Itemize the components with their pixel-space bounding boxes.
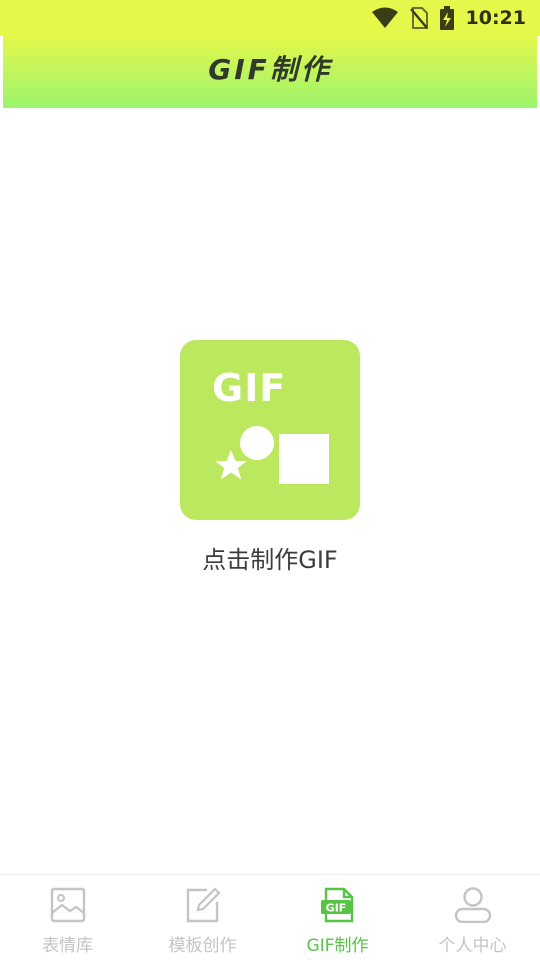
shapes-icon xyxy=(215,426,329,484)
edit-icon xyxy=(185,887,221,927)
main-content: GIF 点击制作GIF xyxy=(0,108,540,874)
user-icon xyxy=(454,887,492,927)
nav-item-template-create[interactable]: 模板创作 xyxy=(135,875,270,960)
nav-label-emoji-library: 表情库 xyxy=(42,936,93,956)
nav-label-template-create: 模板创作 xyxy=(168,936,237,956)
battery-charging-icon xyxy=(439,6,454,30)
nav-label-profile: 个人中心 xyxy=(438,936,507,956)
create-gif-button[interactable]: GIF 点击制作GIF xyxy=(180,340,360,574)
nav-item-profile[interactable]: 个人中心 xyxy=(405,875,540,960)
gif-file-icon: GIF xyxy=(320,887,356,927)
nav-item-gif-create[interactable]: GIF GIF制作 xyxy=(270,875,405,960)
create-gif-caption: 点击制作GIF xyxy=(202,546,338,574)
gif-create-tile[interactable]: GIF xyxy=(180,340,360,520)
bottom-nav: 表情库 模板创作 GIF GIF制作 个人中心 xyxy=(0,874,540,960)
svg-text:GIF: GIF xyxy=(325,902,346,915)
no-sim-icon xyxy=(409,7,428,29)
status-time: 10:21 xyxy=(465,7,526,29)
wifi-icon xyxy=(371,7,398,29)
nav-item-emoji-library[interactable]: 表情库 xyxy=(0,875,135,960)
app-header: GIF制作 xyxy=(3,36,537,108)
image-icon xyxy=(50,887,86,927)
status-bar: 10:21 xyxy=(0,0,540,36)
page-title: GIF制作 xyxy=(208,53,332,86)
nav-label-gif-create: GIF制作 xyxy=(306,936,369,956)
